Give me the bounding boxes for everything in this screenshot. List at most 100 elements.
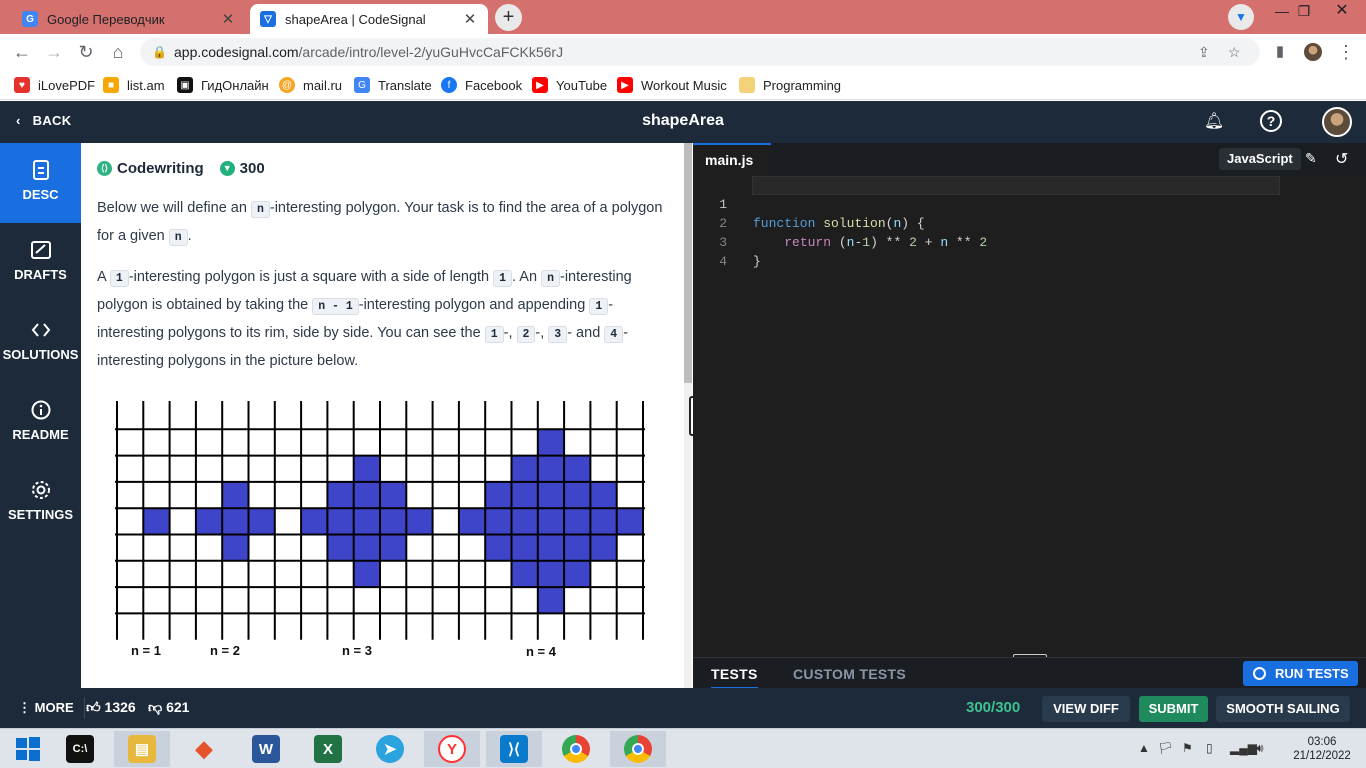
polygon-cell (564, 455, 591, 482)
chrome-icon[interactable] (548, 731, 604, 767)
sidebar-item-solutions[interactable]: SOLUTIONS (0, 303, 81, 383)
view-diff-button[interactable]: VIEW DIFF (1042, 696, 1130, 722)
dislike-button[interactable]: 👎︎ 621 (148, 699, 189, 716)
bookmark-translate[interactable]: G Translate (354, 76, 432, 94)
sidebar-item-label: SETTINGS (7, 507, 73, 522)
sidebar-item-settings[interactable]: SETTINGS (0, 463, 81, 543)
user-avatar[interactable] (1322, 107, 1352, 137)
git-icon[interactable]: ◆ (176, 731, 232, 767)
url-path: /arcade/intro/level-2/yuGuHvcCaFCKk56rJ (298, 44, 564, 60)
like-button[interactable]: 👍︎ 1326 (86, 699, 136, 716)
polygon-cell (222, 508, 249, 535)
bookmark-workout-music[interactable]: ▶ Workout Music (617, 76, 727, 94)
polygon-cell (537, 534, 565, 561)
menu-dots-icon[interactable]: ⋮ (1334, 40, 1358, 64)
pencil-icon[interactable]: ✎ (1305, 150, 1317, 167)
history-icon[interactable]: ↺ (1335, 149, 1348, 169)
tab-custom-tests[interactable]: CUSTOM TESTS (793, 666, 906, 682)
submit-button[interactable]: SUBMIT (1139, 696, 1208, 722)
tab-google-translate[interactable]: G Google Переводчик ✕ (12, 4, 246, 34)
code-line[interactable]: 4 (693, 233, 1293, 269)
profile-avatar[interactable] (1302, 41, 1324, 63)
sidebar-toggle-icon[interactable]: ▮ (1268, 40, 1292, 64)
chrome-active-icon[interactable] (610, 731, 666, 767)
new-tab-button[interactable]: + (495, 4, 522, 31)
bookmark-gidonline[interactable]: ▣ ГидОнлайн (177, 76, 269, 94)
vscode-icon[interactable]: ⟩⟨ (486, 731, 542, 767)
windows-start-icon[interactable] (0, 731, 56, 767)
bookmark-listam[interactable]: ■ list.am (103, 76, 165, 94)
tab-title: shapeArea | CodeSignal (285, 11, 426, 27)
polygon-cell (406, 508, 433, 535)
editor-file-tab[interactable]: main.js (693, 143, 771, 176)
word-icon[interactable]: W (238, 731, 294, 767)
polygon-cell (511, 455, 538, 482)
bookmark-programming[interactable]: Programming (739, 76, 841, 94)
help-icon[interactable]: ? (1260, 110, 1282, 132)
scrollbar-thumb[interactable] (684, 143, 692, 383)
polygon-cell (353, 534, 380, 561)
volume-icon[interactable]: 🔊︎ (1256, 741, 1264, 756)
polygon-cell (564, 534, 591, 561)
polygon-cell (327, 508, 354, 535)
bookmark-label: YouTube (556, 77, 608, 93)
tab-codesignal[interactable]: ▽ shapeArea | CodeSignal ✕ (250, 4, 488, 34)
language-flag-icon[interactable]: 🏳 (1158, 741, 1173, 755)
excel-icon[interactable]: X (300, 731, 356, 767)
terminal-icon[interactable]: C:\ (52, 731, 108, 767)
code-line[interactable]: 1 function solution(n) { (693, 176, 1293, 231)
more-label: MORE (34, 700, 74, 715)
polygon-cell (564, 481, 591, 509)
test-score: 300/300 (966, 699, 1021, 716)
yandex-browser-icon[interactable]: Y (424, 731, 480, 767)
telegram-icon[interactable]: ➤ (362, 731, 418, 767)
window-close-button[interactable]: ✕ (1322, 0, 1362, 24)
bookmark-youtube[interactable]: ▶ YouTube (532, 76, 607, 94)
star-icon[interactable]: ☆ (1228, 38, 1241, 66)
sidebar-item-desc[interactable]: DESC (0, 143, 81, 223)
forward-arrow-icon[interactable]: → (42, 40, 66, 64)
chevron-down-icon[interactable]: ▼ (1228, 4, 1254, 30)
share-icon[interactable]: ⇪ (1198, 38, 1210, 66)
figure-label-n2: n = 2 (210, 643, 240, 658)
code-line[interactable]: 3 } (693, 214, 1293, 269)
bottom-bar: ⋮ MORE 👍︎ 1326 👎︎ 621 300/300 VIEW DIFF … (0, 688, 1366, 728)
back-arrow-icon[interactable]: ← (10, 40, 34, 64)
polygon-cell (511, 560, 538, 588)
run-tests-button[interactable]: RUN TESTS (1243, 661, 1358, 686)
polygon-cell (353, 560, 380, 588)
google-translate-icon: G (22, 11, 38, 27)
network-icon[interactable]: ▂▄▆ (1230, 741, 1257, 755)
file-explorer-icon[interactable]: ▤ (114, 731, 170, 767)
close-icon[interactable]: ✕ (220, 10, 236, 28)
smooth-sailing-button[interactable]: SMOOTH SAILING (1216, 696, 1350, 722)
polygon-cell (564, 560, 591, 588)
polygon-cell (353, 508, 380, 535)
system-clock[interactable]: 03:06 21/12/2022 (1284, 735, 1360, 763)
code-editor: main.js JavaScript ✎ ↺ 1 function soluti… (693, 143, 1366, 688)
sidebar-item-readme[interactable]: README (0, 383, 81, 463)
restore-button[interactable]: ❐ (1284, 0, 1324, 24)
bookmark-facebook[interactable]: f Facebook (441, 76, 522, 94)
flag-icon[interactable]: ⚑ (1182, 741, 1193, 755)
reload-icon[interactable]: ↻ (74, 40, 98, 64)
close-icon[interactable]: ✕ (462, 10, 478, 28)
polygon-cell (380, 481, 407, 509)
bookmark-ilovepdf[interactable]: ♥ iLovePDF (14, 76, 95, 94)
tray-chevron-icon[interactable]: ▲ (1138, 741, 1150, 755)
windows-taskbar: C:\ ▤ ◆ W X ➤ Y ⟩⟨ ▲ 🏳 ⚑ ▯ ▂▄▆ 🔊︎ 03:06 … (0, 728, 1366, 768)
thumbs-up-icon: 👍︎ (86, 699, 101, 715)
code-line[interactable]: 2 return (n-1) ** 2 + n ** 2 (693, 195, 1293, 250)
language-selector[interactable]: JavaScript (1219, 148, 1301, 170)
home-icon[interactable]: ⌂ (106, 40, 130, 64)
thumbs-down-icon: 👎︎ (148, 699, 163, 715)
address-bar[interactable]: 🔒 app.codesignal.com/arcade/intro/level-… (140, 38, 1260, 66)
polygon-cell (248, 508, 275, 535)
bell-icon[interactable]: 🔔︎ (1202, 110, 1226, 134)
more-button[interactable]: ⋮ MORE (8, 697, 85, 719)
battery-icon[interactable]: ▯ (1206, 741, 1213, 755)
tab-title: Google Переводчик (47, 11, 165, 27)
sidebar-item-drafts[interactable]: DRAFTS (0, 223, 81, 303)
bookmark-mailru[interactable]: @ mail.ru (279, 76, 342, 94)
tab-tests[interactable]: TESTS (711, 666, 758, 689)
